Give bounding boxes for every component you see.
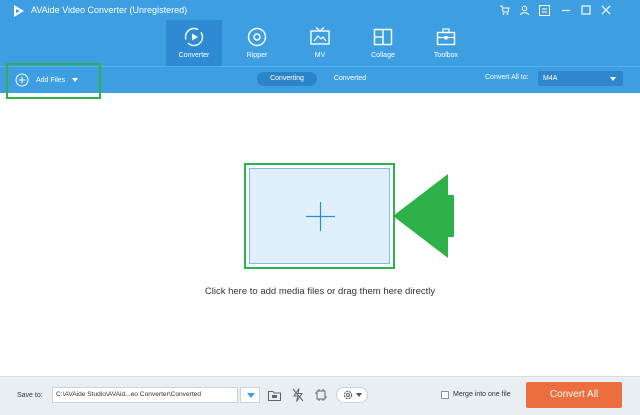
cart-icon[interactable]	[496, 2, 512, 18]
tab-converter-label: Converter	[178, 52, 210, 59]
maximize-icon[interactable]	[578, 2, 594, 18]
save-to-label: Save to:	[17, 392, 43, 399]
gear-icon	[343, 390, 353, 400]
app-window: AVAide Video Converter (Unregistered) Co…	[0, 0, 640, 415]
hardware-acceleration-off-icon[interactable]	[290, 387, 306, 403]
tab-converter[interactable]: Converter	[166, 20, 222, 66]
tv-icon	[310, 27, 330, 45]
tab-ripper-label: Ripper	[246, 52, 268, 59]
tab-ripper[interactable]: Ripper	[229, 20, 285, 66]
segment-converted[interactable]: Converted	[322, 72, 378, 86]
path-dropdown-button[interactable]	[240, 387, 260, 403]
pointer-arrow-icon	[393, 174, 454, 258]
app-logo-icon	[14, 5, 24, 17]
tab-toolbox-label: Toolbox	[433, 52, 459, 59]
open-folder-icon[interactable]	[266, 387, 282, 403]
highlight-frame-add-files	[6, 63, 101, 99]
add-media-dropzone[interactable]	[249, 168, 390, 264]
gpu-acceleration-off-icon[interactable]	[313, 387, 329, 403]
menu-icon[interactable]	[536, 2, 552, 18]
user-icon[interactable]	[516, 2, 532, 18]
close-icon[interactable]	[598, 2, 614, 18]
tab-mv[interactable]: MV	[292, 20, 348, 66]
chevron-down-icon	[247, 393, 255, 398]
convert-all-to-label: Convert All to:	[485, 74, 529, 81]
convert-all-button[interactable]: Convert All	[526, 382, 622, 408]
settings-dropdown-button[interactable]	[336, 387, 368, 403]
bottom-bar: Save to: C:\AVAide Studio\AVAid...eo Con…	[0, 376, 640, 415]
tab-mv-label: MV	[314, 52, 326, 59]
output-format-select[interactable]: M4A	[538, 71, 623, 86]
converter-icon	[184, 27, 204, 47]
window-title: AVAide Video Converter (Unregistered)	[31, 5, 188, 15]
minimize-icon[interactable]	[558, 2, 574, 18]
tab-collage-label: Collage	[371, 52, 395, 59]
toolbox-icon	[436, 28, 456, 46]
tab-toolbox[interactable]: Toolbox	[418, 20, 474, 66]
merge-checkbox[interactable]	[441, 391, 449, 399]
disc-icon	[247, 27, 267, 47]
dropzone-hint: Click here to add media files or drag th…	[204, 286, 436, 297]
segment-converting[interactable]: Converting	[257, 72, 317, 86]
plus-icon	[306, 202, 335, 231]
collage-icon	[373, 28, 393, 46]
chevron-down-icon	[610, 77, 616, 81]
chevron-down-icon	[356, 393, 362, 397]
tab-collage[interactable]: Collage	[355, 20, 411, 66]
merge-label: Merge into one file	[453, 391, 511, 398]
title-bar: AVAide Video Converter (Unregistered) Co…	[0, 0, 640, 66]
output-format-value: M4A	[543, 75, 558, 82]
output-path-field[interactable]: C:\AVAide Studio\AVAid...eo Converter\Co…	[52, 387, 238, 403]
